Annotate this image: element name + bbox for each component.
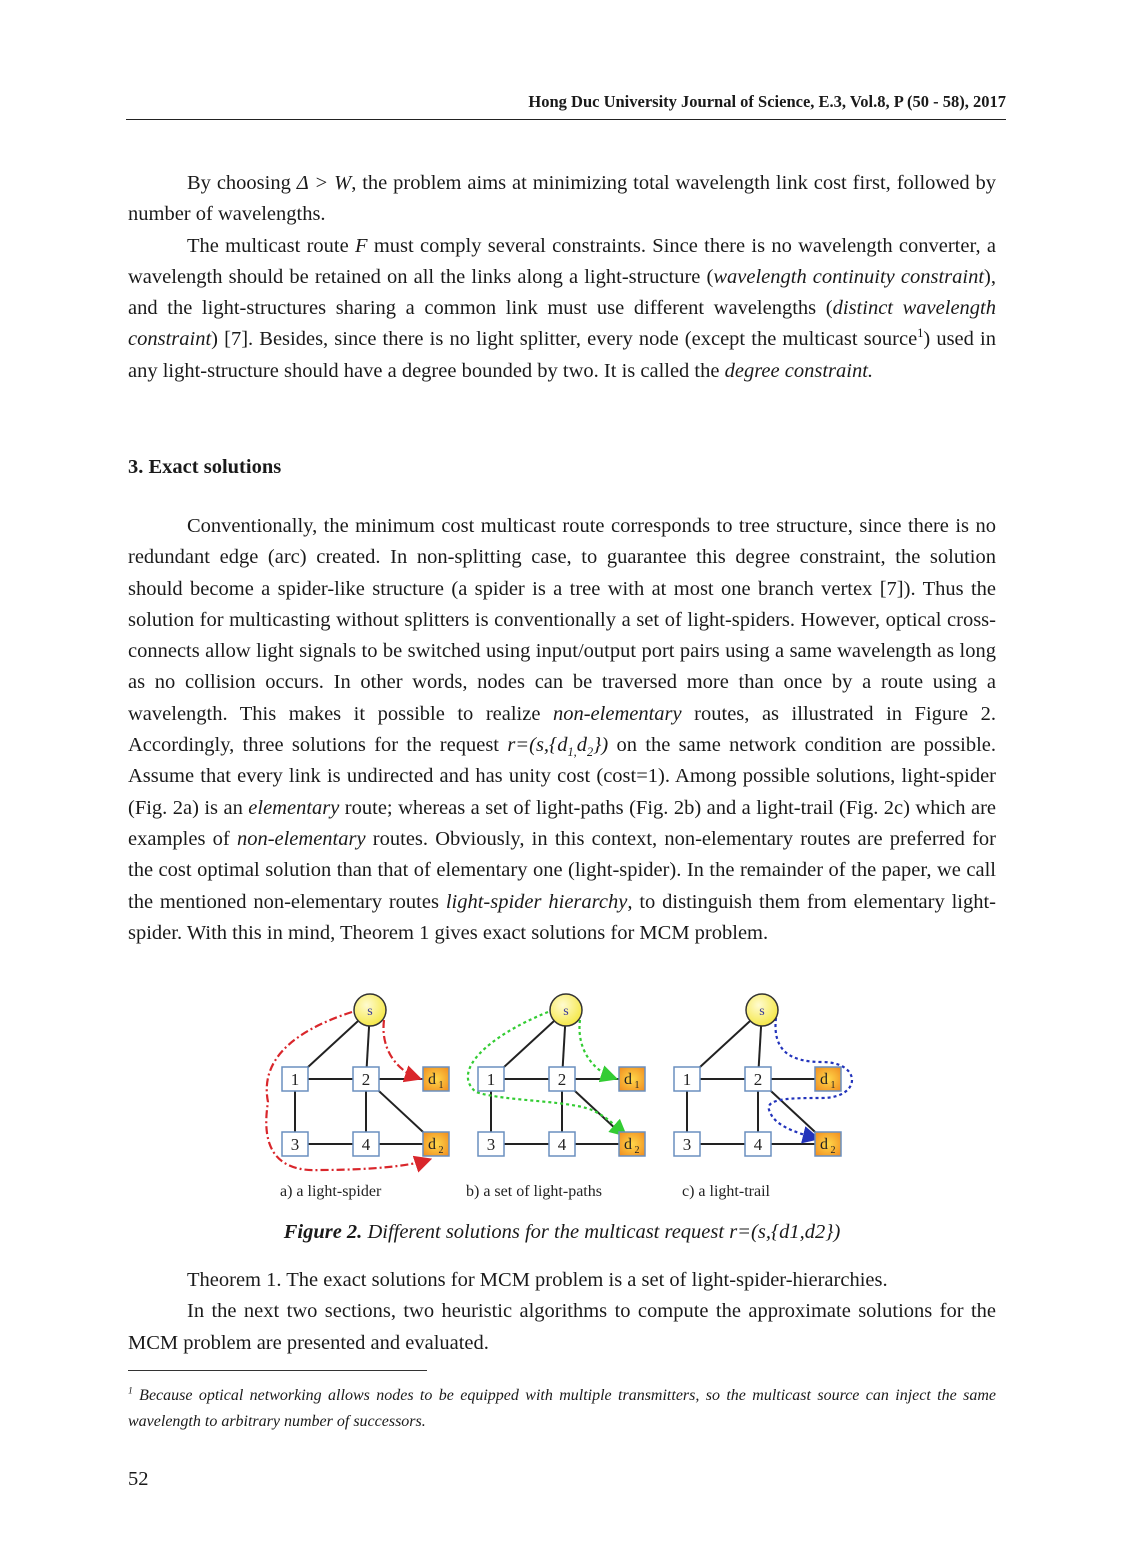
text: d [576,734,587,757]
section-heading: 3. Exact solutions [128,456,282,478]
node-label: 3 [683,1135,692,1154]
footnote-rule [128,1370,427,1371]
emphasis: light-spider hierarchy [445,890,628,913]
figure-2: s 1 2 3 4 d 1 d 2 a) a light-spider s 1 2 3 4 d 1 d 2 b) a … [250,992,880,1207]
source-label: s [563,1004,568,1019]
node-label: 1 [683,1070,692,1089]
section-body: Conventionally, the minimum cost multica… [128,511,996,949]
footnote-text: Because optical networking allows nodes … [128,1387,996,1430]
source-label: s [759,1004,764,1019]
figure-panel-b: s1 23 4d 1d 2b) a set of light-paths [466,993,646,1200]
text: ) [7]. Besides, since there is no light … [211,328,918,351]
paragraph-delta: By choosing Δ > W, the problem aims at m… [128,168,996,231]
header-rule [126,119,1006,120]
route-path [578,1019,619,1083]
destination-label: d [624,1136,632,1153]
emphasis: elementary [248,796,340,819]
paragraph-constraints: The multicast route F must comply severa… [128,231,996,387]
figure-panel-a: s1 23 4d 1d 2a) a light-spider [265,993,450,1200]
destination-label: d [428,1071,436,1088]
panel-label: a) a light-spider [280,1183,382,1200]
panel-label: c) a light-trail [682,1183,771,1200]
node-label: 1 [487,1070,496,1089]
subscript: 1, [567,745,577,760]
source-label: s [367,1004,372,1019]
destination-label: d [428,1136,436,1153]
text: }) [593,734,609,757]
after-figure: Theorem 1. The exact solutions for MCM p… [128,1265,996,1359]
emphasis: wavelength continuity constraint [713,265,985,288]
emphasis: non-elementary [552,702,682,725]
footnote: 1 Because optical networking allows node… [128,1383,996,1435]
node-label: 4 [362,1135,371,1154]
intro-paragraphs: By choosing Δ > W, the problem aims at m… [128,168,996,387]
node-label: 2 [754,1070,763,1089]
destination-subscript: 2 [831,1145,836,1156]
destination-label: d [820,1071,828,1088]
text: By choosing [187,172,297,194]
destination-d2 [422,1131,450,1157]
node-label: 3 [487,1135,496,1154]
destination-d2 [814,1131,842,1157]
figure-caption: Figure 2. Different solutions for the mu… [128,1221,996,1244]
caption-label: Figure 2. [283,1221,363,1243]
math-F: F [355,234,368,257]
destination-d2 [618,1131,646,1157]
paragraph-exact-solutions: Conventionally, the minimum cost multica… [128,511,996,949]
destination-label: d [820,1136,828,1153]
node-label: 2 [558,1070,567,1089]
text: The multicast route [187,234,355,257]
figure-panel-c: s1 23 4d 1d 2c) a light-trail [673,993,853,1200]
route-path [382,1019,423,1083]
destination-d1 [618,1066,646,1092]
destination-subscript: 1 [439,1080,444,1091]
paragraph-next-sections: In the next two sections, two heuristic … [128,1300,996,1354]
caption-text: Different solutions for the multicast re… [362,1221,841,1243]
node-label: 3 [291,1135,300,1154]
destination-d1 [814,1066,842,1092]
figure-2-diagram: s1 23 4d 1d 2a) a light-spiders1 23 4d 1d 2b) a … [265,993,853,1200]
destination-subscript: 1 [831,1080,836,1091]
node-label: 4 [754,1135,763,1154]
running-header: Hong Duc University Journal of Science, … [528,92,1006,111]
text: r=(s,{d [507,734,568,757]
node-label: 1 [291,1070,300,1089]
panel-label: b) a set of light-paths [466,1183,602,1200]
page-number: 52 [128,1468,149,1490]
theorem-1: Theorem 1. The exact solutions for MCM p… [187,1269,888,1291]
emphasis: non-elementary [236,827,366,850]
text: Conventionally, the minimum cost multica… [128,515,996,725]
destination-subscript: 2 [439,1145,444,1156]
emphasis: degree constraint. [724,359,874,382]
destination-subscript: 2 [635,1145,640,1156]
destination-d1 [422,1066,450,1092]
node-label: 4 [558,1135,567,1154]
destination-subscript: 1 [635,1080,640,1091]
request-formula: r=(s,{d1,d2}) [507,734,609,760]
math-delta-gt-w: Δ > W [296,172,352,194]
destination-label: d [624,1071,632,1088]
node-label: 2 [362,1070,371,1089]
